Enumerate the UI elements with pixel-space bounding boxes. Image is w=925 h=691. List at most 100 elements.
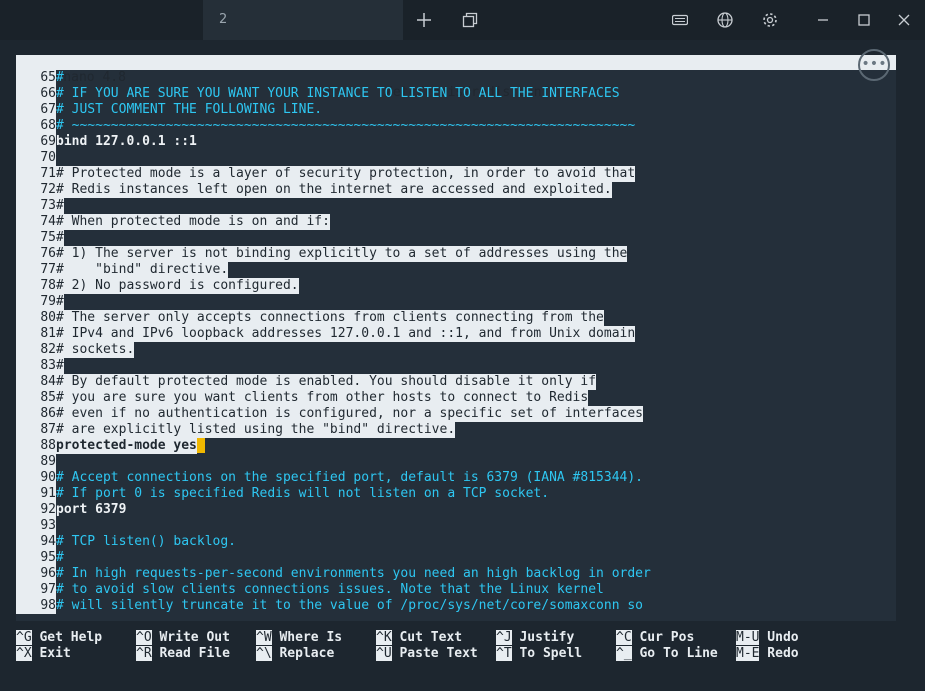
shortcut-key: M-U: [736, 630, 760, 645]
editor-line[interactable]: 85# you are sure you want clients from o…: [16, 390, 589, 406]
line-number: 67: [16, 102, 56, 118]
line-text: # are explicitly listed using the "bind"…: [56, 422, 456, 438]
shortcut-item[interactable]: ^T To Spell: [496, 646, 582, 662]
shortcut-item[interactable]: ^U Paste Text: [376, 646, 478, 662]
shortcut-item[interactable]: ^J Justify: [496, 630, 574, 646]
editor-line[interactable]: 93: [16, 518, 56, 534]
network-button[interactable]: [705, 0, 745, 40]
editor-line[interactable]: 80# The server only accepts connections …: [16, 310, 604, 326]
tab-label: 2: [219, 12, 228, 27]
editor-line[interactable]: 77# "bind" directive.: [16, 262, 229, 278]
line-number: 84: [16, 374, 56, 390]
editor-line[interactable]: 96# In high requests-per-second environm…: [16, 566, 651, 582]
shortcut-key: ^R: [136, 646, 152, 661]
shortcut-item[interactable]: ^C Cur Pos: [616, 630, 694, 646]
line-text: #: [56, 550, 64, 565]
editor-line[interactable]: 88protected-mode yes: [16, 438, 205, 454]
editor-line[interactable]: 66# IF YOU ARE SURE YOU WANT YOUR INSTAN…: [16, 86, 620, 102]
editor-line[interactable]: 78# 2) No password is configured.: [16, 278, 299, 294]
editor-line[interactable]: 92port 6379: [16, 502, 126, 518]
editor-line[interactable]: 86# even if no authentication is configu…: [16, 406, 643, 422]
shortcut-label: Cut Text: [391, 630, 463, 645]
editor-line[interactable]: 81# IPv4 and IPv6 loopback addresses 127…: [16, 326, 636, 342]
shortcut-item[interactable]: ^X Exit: [16, 646, 71, 662]
ellipsis-icon: •••: [861, 56, 887, 72]
maximize-button[interactable]: [844, 0, 884, 40]
terminal-tab[interactable]: 2: [203, 0, 403, 40]
close-button[interactable]: [884, 0, 924, 40]
line-number: 65: [16, 70, 56, 86]
editor-line[interactable]: 65#: [16, 70, 64, 86]
editor-line[interactable]: 89: [16, 454, 56, 470]
copy-window-icon: [462, 12, 478, 28]
editor-line[interactable]: 94# TCP listen() backlog.: [16, 534, 236, 550]
shortcut-item[interactable]: ^\ Replace: [256, 646, 334, 662]
shortcut-item[interactable]: ^G Get Help: [16, 630, 102, 646]
settings-button[interactable]: [750, 0, 790, 40]
text-cursor: [196, 438, 205, 453]
line-number: 85: [16, 390, 56, 406]
shortcut-key: ^W: [256, 630, 272, 645]
maximize-icon: [858, 14, 870, 26]
shortcut-label: Read File: [151, 646, 230, 661]
shortcut-key: ^T: [496, 646, 512, 661]
editor-line[interactable]: 79#: [16, 294, 64, 310]
editor-line[interactable]: 95#: [16, 550, 64, 566]
line-number: 83: [16, 358, 56, 374]
editor-line[interactable]: 87# are explicitly listed using the "bin…: [16, 422, 456, 438]
shortcut-label: Exit: [31, 646, 71, 661]
editor-line[interactable]: 97# to avoid slow clients connections is…: [16, 582, 604, 598]
line-number: 87: [16, 422, 56, 438]
line-text: # If port 0 is specified Redis will not …: [56, 486, 550, 501]
more-options-button[interactable]: •••: [858, 49, 890, 81]
editor-line[interactable]: 82# sockets.: [16, 342, 135, 358]
editor-line[interactable]: 98# will silently truncate it to the val…: [16, 598, 643, 614]
line-text: #: [56, 358, 64, 374]
line-number: 90: [16, 470, 56, 486]
shortcut-item[interactable]: ^O Write Out: [136, 630, 230, 646]
line-number: 86: [16, 406, 56, 422]
line-text: # Redis instances left open on the inter…: [56, 182, 612, 198]
line-number: 89: [16, 454, 56, 470]
shortcut-item[interactable]: ^_ Go To Line: [616, 646, 718, 662]
line-text: # When protected mode is on and if:: [56, 214, 330, 230]
shortcut-key: ^_: [616, 646, 632, 661]
shortcut-label: Cur Pos: [631, 630, 695, 645]
line-text: # Accept connections on the specified po…: [56, 470, 643, 485]
shortcut-item[interactable]: ^W Where Is: [256, 630, 342, 646]
line-text: # you are sure you want clients from oth…: [56, 390, 589, 406]
new-tab-button[interactable]: [404, 0, 444, 40]
editor-line[interactable]: 71# Protected mode is a layer of securit…: [16, 166, 636, 182]
line-text: #: [56, 70, 64, 85]
line-text: # In high requests-per-second environmen…: [56, 566, 651, 581]
editor-line[interactable]: 67# JUST COMMENT THE FOLLOWING LINE.: [16, 102, 322, 118]
editor-line[interactable]: 70: [16, 150, 56, 166]
editor-line[interactable]: 73#: [16, 198, 64, 214]
line-number: 98: [16, 598, 56, 614]
shortcut-label: Undo: [759, 630, 799, 645]
line-text: # 1) The server is not binding explicitl…: [56, 246, 628, 262]
duplicate-window-button[interactable]: [450, 0, 490, 40]
line-number: 73: [16, 198, 56, 214]
editor-line[interactable]: 76# 1) The server is not binding explici…: [16, 246, 628, 262]
editor-line[interactable]: 74# When protected mode is on and if:: [16, 214, 330, 230]
shortcut-item[interactable]: M-U Undo: [736, 630, 799, 646]
editor-line[interactable]: 91# If port 0 is specified Redis will no…: [16, 486, 549, 502]
editor-line[interactable]: 72# Redis instances left open on the int…: [16, 182, 612, 198]
editor-line[interactable]: 69bind 127.0.0.1 ::1: [16, 134, 197, 150]
editor-line[interactable]: 75#: [16, 230, 64, 246]
editor-line[interactable]: 90# Accept connections on the specified …: [16, 470, 643, 486]
editor-line[interactable]: 83#: [16, 358, 64, 374]
shortcut-item[interactable]: ^R Read File: [136, 646, 230, 662]
shortcut-label: Justify: [511, 630, 575, 645]
shortcut-item[interactable]: M-E Redo: [736, 646, 799, 662]
line-text: # even if no authentication is configure…: [56, 406, 643, 422]
editor-line[interactable]: 84# By default protected mode is enabled…: [16, 374, 597, 390]
nano-editor[interactable]: GNU nano 4.8 /etc/redis/redis.conf 65# 66…: [16, 55, 896, 621]
minimize-button[interactable]: [803, 0, 843, 40]
shortcut-item[interactable]: ^K Cut Text: [376, 630, 462, 646]
shortcut-key: ^C: [616, 630, 632, 645]
keyboard-button[interactable]: [660, 0, 700, 40]
editor-line[interactable]: 68# ~~~~~~~~~~~~~~~~~~~~~~~~~~~~~~~~~~~~…: [16, 118, 635, 134]
shortcut-key: ^X: [16, 646, 32, 661]
